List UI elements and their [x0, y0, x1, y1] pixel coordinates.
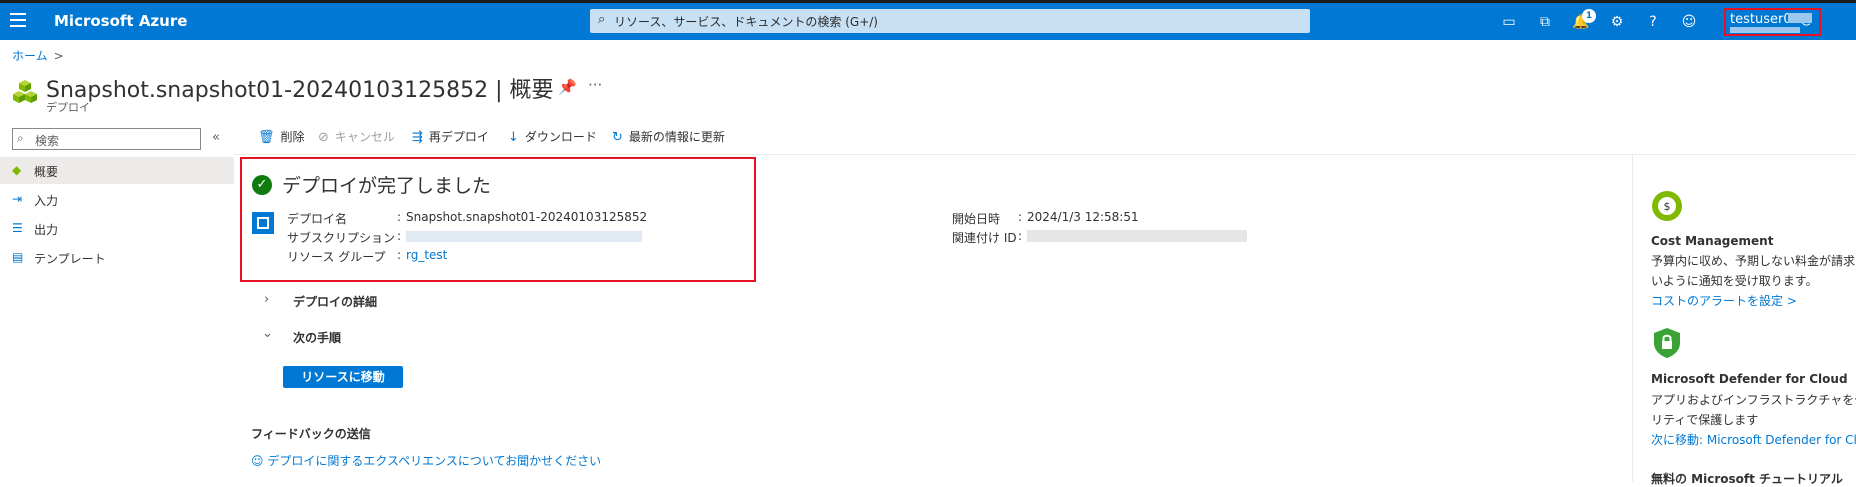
download-label: ダウンロード — [524, 130, 597, 144]
search-icon: ⌕ — [17, 131, 24, 145]
brand-title[interactable]: Microsoft Azure — [54, 12, 187, 30]
go-to-resource-button[interactable]: リソースに移動 — [283, 366, 403, 388]
subscription-label: サブスクリプション — [287, 231, 396, 245]
output-icon: ☰ — [12, 221, 23, 235]
trash-icon: 🗑 — [258, 130, 275, 145]
feedback-link[interactable]: ☺ デプロイに関するエクスペリエンスについてお聞かせください — [251, 452, 601, 469]
sidebar-search-input[interactable]: ⌕ 検索 — [12, 128, 201, 150]
shield-icon — [1654, 328, 1680, 358]
sidebar-item-overview[interactable]: ◆ 概要 — [0, 157, 234, 184]
redacted-subscription[interactable] — [406, 231, 642, 242]
colon: : — [1018, 229, 1023, 243]
search-placeholder: リソース、サービス、ドキュメントの検索 (G+/) — [614, 15, 878, 29]
deployment-name-label: デプロイ名 — [287, 212, 348, 226]
top-bar: Microsoft Azure ⌕ リソース、サービス、ドキュメントの検索 (G… — [0, 0, 1856, 40]
page-subtitle: デプロイ — [46, 101, 90, 114]
deployment-name-value: Snapshot.snapshot01-20240103125852 — [406, 210, 648, 224]
defender-text-line1: アプリおよびインフラストラクチャをセ — [1651, 393, 1856, 407]
resource-group-link[interactable]: rg_test — [406, 248, 447, 262]
help-icon[interactable]: ? — [1644, 13, 1662, 31]
template-icon: ▤ — [12, 250, 24, 264]
start-time-label: 開始日時 — [952, 212, 1001, 226]
download-icon: ↓ — [508, 130, 519, 145]
redeploy-label: 再デプロイ — [428, 130, 489, 144]
defender-text-line2: リティで保護します — [1651, 413, 1759, 427]
deployment-icon: ◆ — [12, 163, 22, 177]
divider — [234, 154, 1856, 155]
pin-icon[interactable]: 📌 — [558, 78, 577, 96]
tutorial-title: 無料の Microsoft チュートリアル — [1651, 472, 1843, 486]
delete-label: 削除 — [280, 130, 305, 144]
input-icon: ⇥ — [12, 192, 23, 206]
collapse-sidebar-icon[interactable]: « — [212, 130, 220, 145]
cancel-icon: ⊘ — [318, 130, 329, 145]
resource-group-label: リソース グループ — [287, 250, 386, 264]
sidebar-item-input[interactable]: ⇥ 入力 — [0, 186, 234, 213]
defender-title: Microsoft Defender for Cloud — [1651, 372, 1848, 386]
global-search-input[interactable]: ⌕ リソース、サービス、ドキュメントの検索 (G+/) — [590, 9, 1310, 33]
redacted-correlation-id — [1027, 230, 1247, 242]
sidebar-item-label: 概要 — [34, 165, 59, 179]
breadcrumb-separator: > — [53, 49, 64, 63]
checkmark-icon: ✓ — [252, 175, 272, 195]
breadcrumb-home[interactable]: ホーム — [12, 49, 48, 63]
correlation-id-label: 関連付け ID — [952, 231, 1017, 245]
deployment-cubes-icon — [13, 80, 37, 103]
breadcrumb: ホーム > — [12, 47, 64, 64]
cost-management-icon: $ — [1652, 191, 1682, 221]
more-actions-icon[interactable]: ··· — [588, 76, 602, 94]
colon: : — [397, 210, 402, 224]
cost-management-title: Cost Management — [1651, 234, 1774, 248]
account-button[interactable]: testuser01@ — [1724, 8, 1821, 36]
start-time-value: 2024/1/3 12:58:51 — [1027, 210, 1139, 224]
colon: : — [1018, 210, 1023, 224]
menu-icon[interactable] — [10, 13, 26, 27]
colon: : — [397, 229, 402, 243]
directory-filter-icon[interactable]: ⧉ — [1536, 13, 1554, 31]
colon: : — [397, 248, 402, 262]
delete-button[interactable]: 🗑 削除 — [258, 128, 305, 150]
notification-badge: 1 — [1582, 9, 1596, 23]
sidebar-item-label: テンプレート — [34, 252, 106, 266]
chevron-right-icon[interactable]: › — [264, 292, 269, 307]
sidebar-item-output[interactable]: ☰ 出力 — [0, 215, 234, 242]
refresh-label: 最新の情報に更新 — [628, 130, 725, 144]
settings-icon[interactable]: ⚙ — [1608, 13, 1626, 31]
feedback-icon: ☺ — [251, 454, 268, 468]
search-icon: ⌕ — [598, 12, 606, 27]
feedback-title: フィードバックの送信 — [251, 427, 371, 441]
cancel-button[interactable]: ⊘ キャンセル — [318, 128, 395, 150]
defender-link[interactable]: 次に移動: Microsoft Defender for Cloud — [1651, 431, 1856, 448]
sidebar-item-label: 出力 — [34, 223, 59, 237]
download-button[interactable]: ↓ ダウンロード — [508, 128, 597, 150]
svg-text:$: $ — [1664, 200, 1671, 213]
refresh-icon: ↻ — [612, 130, 623, 145]
redacted-domain — [1788, 13, 1812, 23]
chevron-down-icon[interactable]: ⌄ — [262, 326, 273, 341]
cost-management-text-line1: 予算内に収め、予期しない料金が請求さ — [1651, 254, 1856, 268]
sidebar-item-template[interactable]: ▤ テンプレート — [0, 244, 234, 271]
cancel-label: キャンセル — [334, 130, 395, 144]
divider — [1632, 155, 1633, 482]
deployment-status-title: デプロイが完了しました — [282, 175, 492, 197]
cloud-shell-icon[interactable]: ▭ — [1500, 13, 1518, 31]
redeploy-icon: ⇶ — [412, 130, 423, 145]
feedback-link-label: デプロイに関するエクスペリエンスについてお聞かせください — [267, 454, 602, 468]
deployment-details-expander[interactable]: デプロイの詳細 — [293, 293, 377, 310]
feedback-icon[interactable]: ☺ — [1680, 13, 1698, 31]
sidebar-search-placeholder: 検索 — [35, 134, 60, 148]
refresh-button[interactable]: ↻ 最新の情報に更新 — [612, 128, 725, 150]
redacted-tenant — [1730, 27, 1800, 33]
next-steps-expander[interactable]: 次の手順 — [293, 329, 341, 346]
cost-management-text-line2: いように通知を受け取ります。 — [1651, 274, 1818, 288]
redeploy-button[interactable]: ⇶ 再デプロイ — [412, 128, 489, 150]
sidebar-item-label: 入力 — [34, 194, 59, 208]
cost-alert-link[interactable]: コストのアラートを設定 > — [1651, 292, 1856, 309]
deployment-resource-icon — [252, 212, 274, 234]
page-title: Snapshot.snapshot01-20240103125852 | 概要 — [46, 78, 554, 103]
